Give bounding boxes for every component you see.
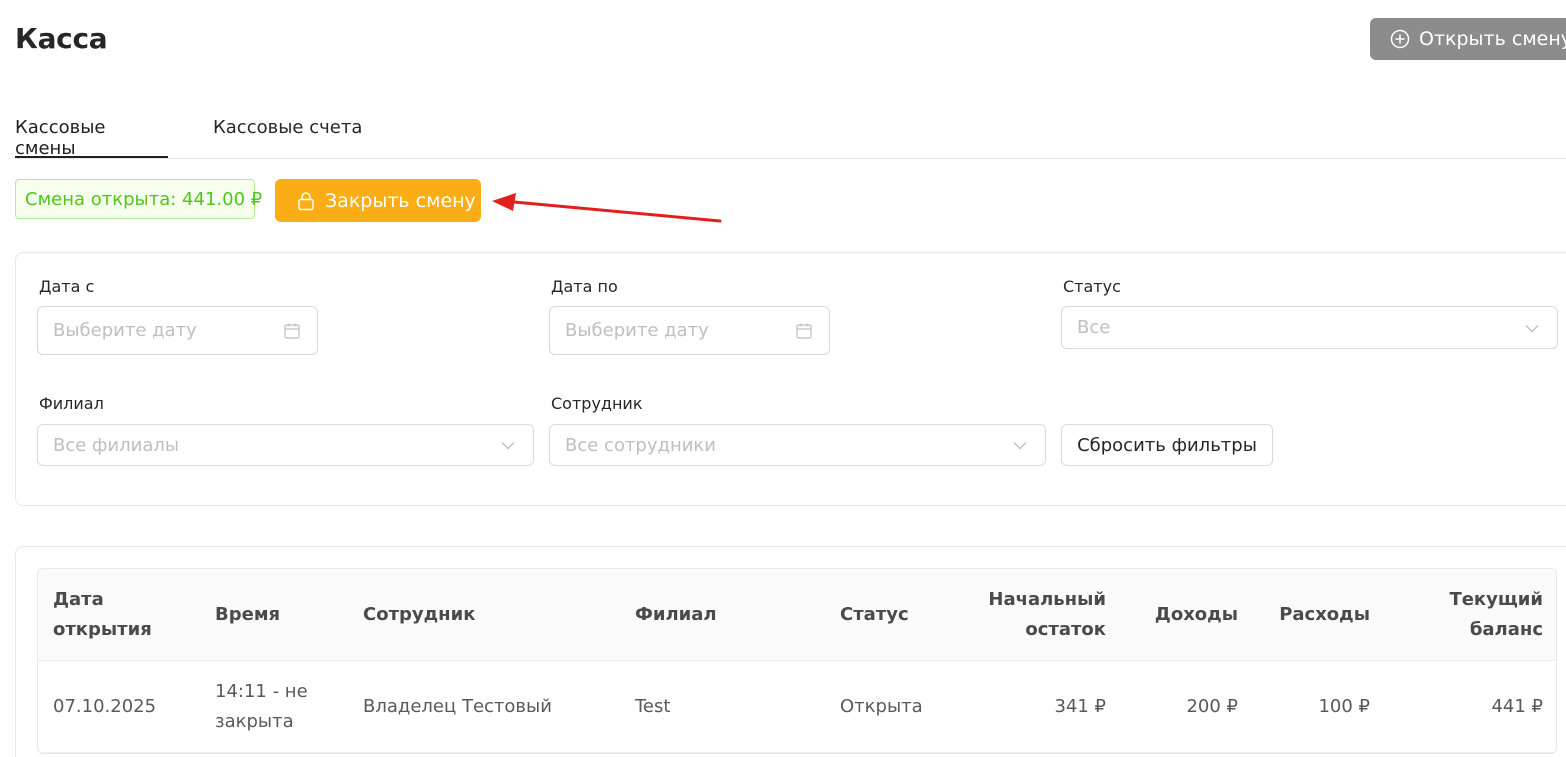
- date-to-label: Дата по: [551, 277, 618, 296]
- column-header[interactable]: Время: [215, 569, 345, 660]
- branch-select[interactable]: Все филиалы: [37, 424, 534, 466]
- annotation-arrow: [492, 193, 722, 223]
- calendar-icon: [795, 322, 813, 340]
- status-value: Все: [1077, 317, 1111, 338]
- plus-circle-icon: [1390, 29, 1410, 49]
- shifts-table: Дата открытия Время Сотрудник Филиал Ста…: [37, 568, 1557, 754]
- tab-cash-shifts[interactable]: Кассовые смены: [15, 117, 168, 159]
- table-row[interactable]: 07.10.2025 14:11 - не закрыта Владелец Т…: [38, 661, 1556, 753]
- cell-current-balance: 441 ₽: [1491, 695, 1543, 717]
- calendar-icon: [283, 322, 301, 340]
- status-label: Статус: [1063, 277, 1121, 296]
- date-to-picker[interactable]: Выберите дату: [549, 306, 830, 355]
- tab-cash-accounts[interactable]: Кассовые счета: [213, 117, 362, 159]
- chevron-down-icon: [1011, 436, 1029, 454]
- lock-icon: [297, 191, 315, 211]
- date-to-placeholder: Выберите дату: [565, 320, 709, 341]
- close-shift-label: Закрыть смену: [325, 189, 476, 212]
- column-header[interactable]: Текущий баланс: [1378, 569, 1543, 660]
- open-shift-button[interactable]: Открыть смену: [1370, 18, 1566, 60]
- column-header[interactable]: Статус: [840, 569, 960, 660]
- shift-status-badge: Смена открыта: 441.00 ₽: [15, 179, 262, 219]
- employee-label: Сотрудник: [551, 394, 643, 413]
- column-header[interactable]: Доходы: [1118, 569, 1238, 660]
- column-header[interactable]: Сотрудник: [363, 569, 623, 660]
- cell-expenses: 100 ₽: [1318, 695, 1370, 717]
- column-header[interactable]: Расходы: [1248, 569, 1370, 660]
- employee-select[interactable]: Все сотрудники: [549, 424, 1046, 466]
- chevron-down-icon: [1523, 319, 1541, 337]
- column-header[interactable]: Начальный остаток: [958, 569, 1106, 660]
- date-from-placeholder: Выберите дату: [53, 320, 197, 341]
- active-tab-indicator: [15, 156, 168, 158]
- table-header: Дата открытия Время Сотрудник Филиал Ста…: [38, 569, 1556, 661]
- cell-status: Открыта: [840, 695, 923, 717]
- cell-branch: Test: [635, 695, 671, 717]
- cell-opening-balance: 341 ₽: [1054, 695, 1106, 717]
- branch-label: Филиал: [39, 394, 104, 413]
- cell-time: 14:11 - не закрыта: [215, 680, 308, 732]
- column-header[interactable]: Дата открытия: [53, 569, 193, 660]
- cell-income: 200 ₽: [1186, 695, 1238, 717]
- date-from-label: Дата с: [39, 277, 95, 296]
- open-shift-label: Открыть смену: [1419, 28, 1566, 50]
- employee-placeholder: Все сотрудники: [565, 434, 716, 456]
- close-shift-button[interactable]: Закрыть смену: [275, 179, 481, 222]
- page-title: Касса: [15, 22, 108, 55]
- chevron-down-icon: [499, 436, 517, 454]
- tabs-bar: Кассовые смены Кассовые счета: [15, 100, 1566, 159]
- cell-open-date: 07.10.2025: [53, 695, 157, 717]
- filters-panel: Дата с Выберите дату Дата по Выберите да…: [15, 252, 1566, 506]
- reset-filters-button[interactable]: Сбросить фильтры: [1061, 424, 1273, 466]
- cell-employee: Владелец Тестовый: [363, 695, 552, 717]
- status-select[interactable]: Все: [1061, 306, 1558, 349]
- branch-placeholder: Все филиалы: [53, 434, 180, 456]
- column-header[interactable]: Филиал: [635, 569, 815, 660]
- shifts-table-card: Дата открытия Время Сотрудник Филиал Ста…: [15, 546, 1566, 757]
- date-from-picker[interactable]: Выберите дату: [37, 306, 318, 355]
